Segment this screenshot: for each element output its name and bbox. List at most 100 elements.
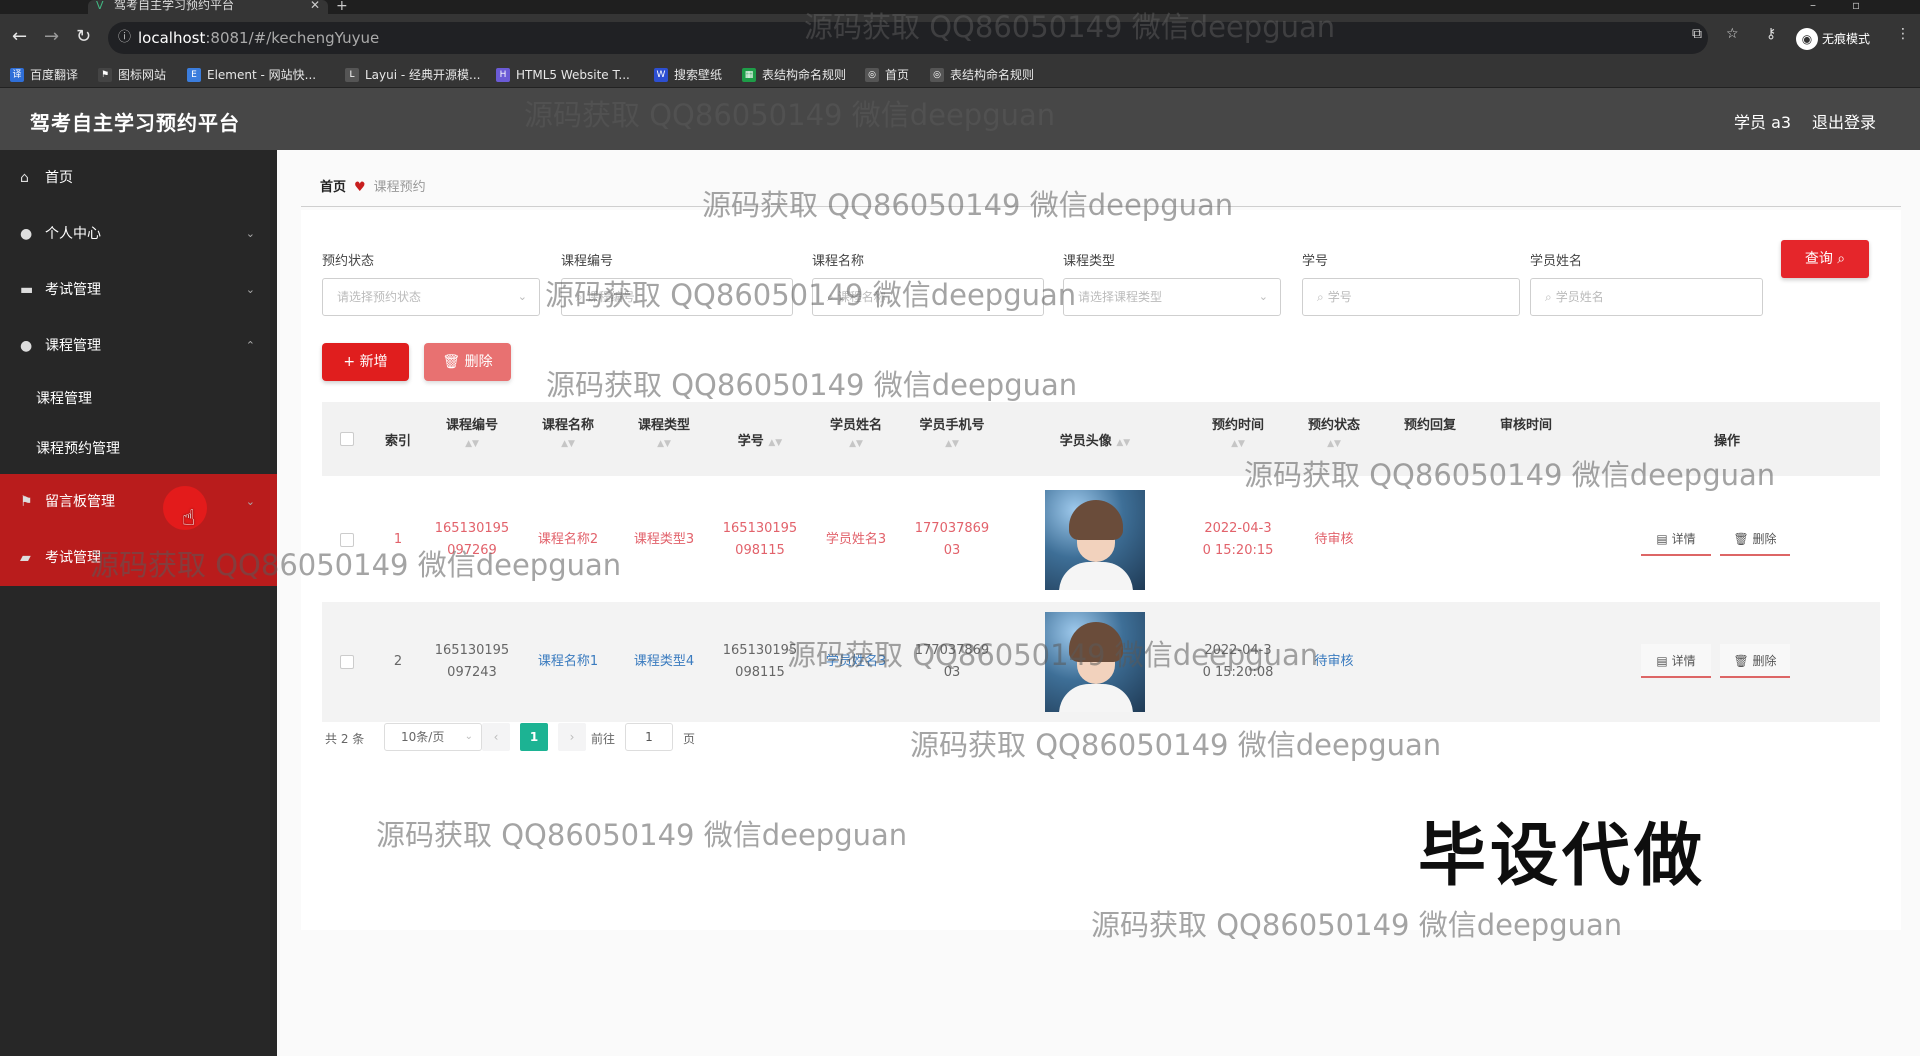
trash-icon: 🗑: [1733, 654, 1749, 668]
prev-page-button[interactable]: ‹: [482, 723, 510, 751]
password-key-icon[interactable]: ⚷: [1766, 26, 1776, 42]
col-time-label: 预约时间: [1211, 418, 1264, 433]
sidebar-item-course[interactable]: ● 课程管理 ⌃: [0, 318, 277, 374]
row-delete-button[interactable]: 🗑 删除: [1720, 644, 1790, 678]
table-row[interactable]: 2 165130195 097243 课程名称1 课程类型4 165130195 0…: [322, 602, 1880, 722]
reload-icon[interactable]: ↻: [76, 26, 91, 48]
sheet-bookmark-icon: ▦: [742, 68, 756, 82]
hand-cursor-icon: ☝: [182, 506, 196, 531]
student-avatar[interactable]: [1045, 612, 1145, 712]
chevron-up-icon: ⌃: [245, 339, 255, 352]
maximize-icon[interactable]: ▫: [1852, 0, 1860, 12]
bookmark-label: 表结构命名规则: [950, 68, 1035, 82]
bookmark-item[interactable]: ▦ 表结构命名规则: [742, 66, 846, 84]
flag-icon: ⚑: [20, 494, 33, 510]
logout-link[interactable]: 退出登录: [1812, 109, 1876, 133]
translate-icon[interactable]: ⧉: [1692, 26, 1702, 42]
bookmark-item[interactable]: W 搜索壁纸: [654, 66, 722, 84]
detail-button[interactable]: ▤ 详情: [1641, 644, 1711, 678]
sidebar-item-exam[interactable]: ▬ 考试管理 ⌄: [0, 262, 277, 318]
user-icon: ●: [20, 226, 33, 242]
menu-kebab-icon[interactable]: ⋮: [1896, 26, 1910, 42]
forward-icon[interactable]: →: [44, 26, 59, 48]
detail-button-label: 详情: [1671, 532, 1696, 546]
course-no-input[interactable]: ⌕ 课程编号: [561, 278, 793, 316]
delete-button[interactable]: 🗑 删除: [424, 343, 511, 381]
col-phone[interactable]: 学员手机号 ▲▼: [904, 402, 1000, 476]
status-select[interactable]: 请选择预约状态 ⌄: [322, 278, 540, 316]
row-checkbox[interactable]: [340, 533, 354, 547]
select-all-checkbox[interactable]: [340, 432, 354, 446]
col-avatar[interactable]: 学员头像 ▲▼: [1000, 402, 1190, 476]
course-type-select[interactable]: 请选择课程类型 ⌄: [1063, 278, 1281, 316]
sidebar-subitem-course-booking[interactable]: 课程预约管理: [0, 424, 277, 474]
sort-icon[interactable]: ▲▼: [616, 439, 712, 449]
col-student-no[interactable]: 学号 ▲▼: [712, 402, 808, 476]
row-checkbox[interactable]: [340, 655, 354, 669]
chevron-down-icon: ⌄: [464, 731, 473, 742]
sort-icon[interactable]: ▲▼: [424, 439, 520, 449]
sidebar-item-exam-2[interactable]: ▰ 考试管理: [0, 530, 277, 586]
bookmark-star-icon[interactable]: ☆: [1726, 26, 1739, 42]
address-bar[interactable]: ⓘ localhost:8081/#/kechengYuyue: [108, 22, 1708, 54]
col-student-name-label: 学员姓名: [829, 418, 882, 433]
cell-index: 1: [393, 532, 403, 547]
breadcrumb-home[interactable]: 首页: [320, 180, 346, 195]
bookmark-label: HTML5 Website T...: [516, 68, 630, 82]
bookmark-item[interactable]: H HTML5 Website T...: [496, 66, 630, 84]
goto-page-input[interactable]: 1: [625, 723, 673, 751]
detail-button[interactable]: ▤ 详情: [1641, 522, 1711, 556]
table-row[interactable]: 1 165130195 097269 课程名称2 课程类型3 165130195 0…: [322, 480, 1880, 600]
bookmark-item[interactable]: ◎ 表结构命名规则: [930, 66, 1034, 84]
col-reply-label: 预约回复: [1403, 418, 1456, 433]
sort-icon[interactable]: ▲▼: [520, 439, 616, 449]
query-button[interactable]: 查询 ⌕: [1781, 240, 1869, 278]
sidebar-item-profile[interactable]: ● 个人中心 ⌄: [0, 206, 277, 262]
new-tab-icon[interactable]: +: [336, 0, 348, 14]
student-name-input[interactable]: ⌕ 学员姓名: [1530, 278, 1763, 316]
cell-course-type: 课程类型4: [633, 654, 695, 669]
site-info-icon[interactable]: ⓘ: [118, 22, 131, 54]
sort-icon[interactable]: ▲▼: [1116, 438, 1130, 448]
sort-icon[interactable]: ▲▼: [768, 438, 782, 448]
sidebar: ⌂ 首页 ● 个人中心 ⌄ ▬ 考试管理 ⌄ ● 课程管理 ⌃ 课程管理 课程预…: [0, 150, 277, 1056]
col-course-no[interactable]: 课程编号 ▲▼: [424, 402, 520, 476]
bookmark-item[interactable]: ◎ 首页: [865, 66, 909, 84]
sidebar-item-message-board[interactable]: ⚑ 留言板管理 ⌄: [0, 474, 277, 530]
cell-course-no-line1: 165130195: [434, 521, 510, 536]
search-icon: ⌕: [1837, 251, 1846, 267]
page-number-current[interactable]: 1: [520, 723, 548, 751]
bookmark-item[interactable]: L Layui - 经典开源模...: [345, 66, 480, 84]
browser-tab[interactable]: V 驾考自主学习预约平台 ✕: [88, 0, 328, 14]
page-size-select[interactable]: 10条/页 ⌄: [384, 723, 482, 751]
col-time[interactable]: 预约时间 ▲▼: [1190, 402, 1286, 476]
sort-icon[interactable]: ▲▼: [1286, 439, 1382, 449]
col-course-type[interactable]: 课程类型 ▲▼: [616, 402, 712, 476]
incognito-indicator[interactable]: ◉ 无痕模式: [1796, 28, 1870, 50]
sort-icon[interactable]: ▲▼: [904, 439, 1000, 449]
chevron-down-icon: ⌄: [245, 283, 255, 296]
student-avatar[interactable]: [1045, 490, 1145, 590]
add-button[interactable]: + 新增: [322, 343, 409, 381]
sidebar-subitem-course-manage[interactable]: 课程管理: [0, 374, 277, 424]
close-tab-icon[interactable]: ✕: [310, 0, 320, 11]
row-delete-button[interactable]: 🗑 删除: [1720, 522, 1790, 556]
col-student-name[interactable]: 学员姓名 ▲▼: [808, 402, 904, 476]
sort-icon[interactable]: ▲▼: [1190, 439, 1286, 449]
chevron-down-icon: ⌄: [245, 227, 255, 240]
student-no-input[interactable]: ⌕ 学号: [1302, 278, 1520, 316]
current-user: 学员 a3: [1734, 113, 1792, 132]
course-name-input[interactable]: ⌕ 课程名称: [812, 278, 1044, 316]
next-page-button[interactable]: ›: [558, 723, 586, 751]
sort-icon[interactable]: ▲▼: [808, 439, 904, 449]
minimize-icon[interactable]: –: [1810, 0, 1816, 12]
sidebar-item-home[interactable]: ⌂ 首页: [0, 150, 277, 206]
col-status[interactable]: 预约状态 ▲▼: [1286, 402, 1382, 476]
bookmark-item[interactable]: ⚑ 图标网站: [98, 66, 166, 84]
back-icon[interactable]: ←: [12, 26, 27, 48]
col-course-name[interactable]: 课程名称 ▲▼: [520, 402, 616, 476]
search-icon: ⌕: [827, 290, 834, 304]
heart-icon: ♥: [354, 180, 366, 195]
bookmark-item[interactable]: E Element - 网站快...: [187, 66, 316, 84]
bookmark-item[interactable]: 译百度翻译: [10, 66, 78, 84]
